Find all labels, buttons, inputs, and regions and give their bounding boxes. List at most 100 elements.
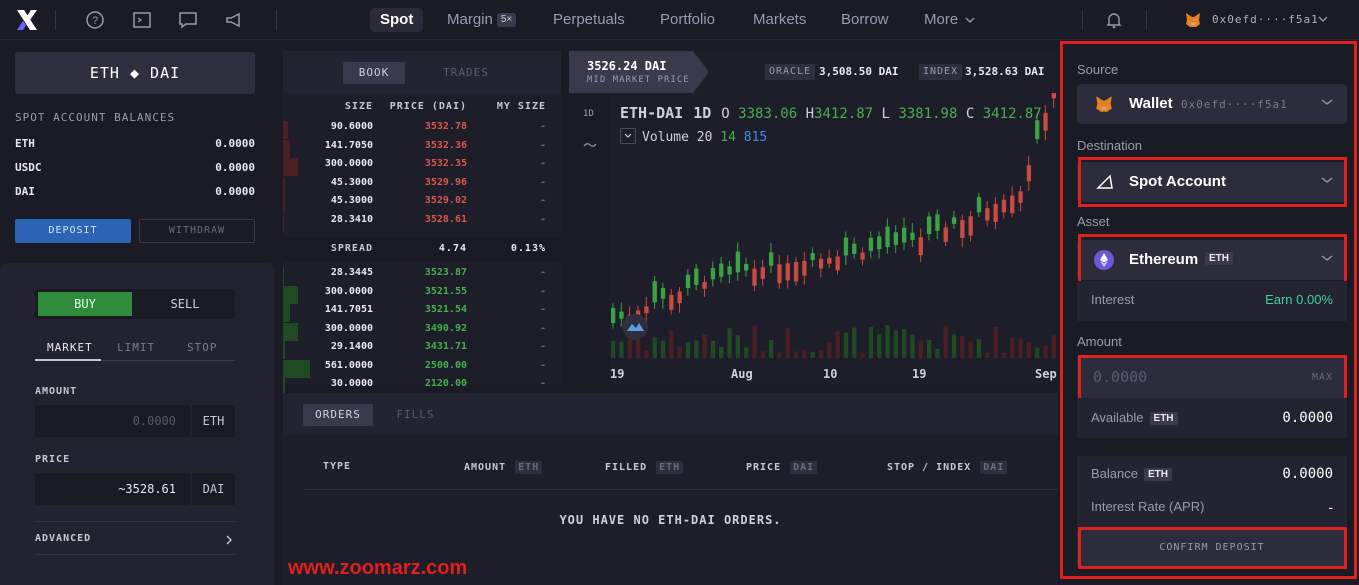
candle-body [993, 203, 998, 222]
bid-row[interactable]: 141.7051 3521.54 - [283, 304, 561, 322]
chart-interval: 1D [693, 104, 712, 122]
volume-bar [619, 341, 624, 358]
tab-more[interactable]: More [916, 8, 983, 32]
tab-perpetuals[interactable]: Perpetuals [545, 8, 633, 32]
bid-row[interactable]: 28.3445 3523.87 - [283, 267, 561, 285]
ask-row[interactable]: 28.3410 3528.61 - [283, 213, 561, 232]
wallet-address[interactable]: 0x0efd····f5a1 [1212, 13, 1319, 26]
candle-body [1035, 120, 1040, 140]
price-header: PRICE (DAI) [389, 101, 467, 112]
tab-markets[interactable]: Markets [745, 8, 814, 32]
order-size: 561.0000 [324, 359, 373, 371]
ask-row[interactable]: 300.0000 3532.35 - [283, 158, 561, 176]
candle-body [760, 267, 765, 279]
metamask-fox-icon[interactable] [1184, 11, 1202, 29]
volume-bar [660, 340, 666, 358]
chevron-down-icon [624, 133, 632, 138]
x-tick-label: 19 [912, 367, 927, 381]
market-selector[interactable]: ETH ◆ DAI [15, 52, 255, 94]
tab-market[interactable]: MARKET [47, 341, 93, 354]
advanced-toggle[interactable]: ADVANCED [35, 521, 235, 555]
my-size: - [539, 213, 546, 225]
bell-icon[interactable] [1104, 10, 1124, 30]
collapse-legend-toggle[interactable] [620, 128, 636, 144]
ohlc-legend: ETH-DAI 1D O 3383.06 H3412.87 L 3381.98 C … [620, 104, 1042, 122]
volume-bar [985, 353, 990, 358]
order-size: 28.3445 [330, 267, 373, 278]
interest-label: Interest [1091, 292, 1135, 307]
tab-borrow[interactable]: Borrow [833, 8, 897, 32]
candle-body [951, 217, 957, 224]
candle-body [1001, 199, 1007, 213]
order-size: 141.7051 [324, 304, 373, 315]
candle-body [744, 264, 749, 271]
mid-market-price: 3526.24 DAI MID MARKET PRICE [569, 51, 709, 93]
order-type-tabs: MARKET LIMIT STOP [35, 341, 235, 361]
volume-bar [1051, 335, 1056, 358]
ask-row[interactable]: 45.3000 3529.96 - [283, 176, 561, 195]
bid-row[interactable]: 29.1400 3431.71 - [283, 341, 561, 359]
balances-title: SPOT ACCOUNT BALANCES [15, 111, 176, 124]
x-tick-label: 19 [610, 367, 625, 381]
balance-summary: Balance ETH 0.0000 Interest Rate (APR) - [1077, 456, 1347, 528]
volume-bar [976, 339, 982, 358]
tab-book[interactable]: BOOK [343, 62, 405, 84]
dydx-logo-icon[interactable] [14, 8, 40, 32]
line-chart-icon[interactable] [583, 141, 597, 149]
oracle-value: 3,508.50 DAI [819, 65, 899, 78]
tab-orders[interactable]: ORDERS [303, 404, 373, 426]
bid-row[interactable]: 300.0000 3490.92 - [283, 322, 561, 341]
ask-row[interactable]: 90.6000 3532.78 - [283, 121, 561, 139]
top-nav: ? Spot Margin 5× Perpetuals Portfolio Mar… [0, 0, 1359, 40]
column-stop-index: STOP / INDEX DAI [887, 461, 1008, 474]
metamask-fox-icon [1096, 96, 1112, 112]
volume-value-a: 14 [720, 130, 736, 145]
volume-bar [968, 341, 973, 358]
deposit-button[interactable]: DEPOSIT [15, 219, 131, 243]
candle-body [827, 257, 832, 264]
nav-divider [55, 10, 56, 30]
volume-bar [885, 324, 890, 358]
amount-input[interactable]: 0.0000 [35, 405, 190, 437]
megaphone-icon[interactable] [224, 10, 244, 30]
candle-body [1018, 191, 1023, 203]
spread-value: 4.74 [438, 243, 467, 254]
tab-margin[interactable]: Margin 5× [439, 8, 524, 32]
leverage-badge: 5× [496, 13, 517, 27]
my-size: - [539, 195, 546, 206]
candle-body [885, 226, 890, 248]
bid-row[interactable]: 300.0000 3521.55 - [283, 285, 561, 304]
terminal-icon[interactable] [132, 10, 152, 30]
interest-value: Earn 0.00% [1265, 292, 1333, 307]
volume-bar [1043, 345, 1048, 358]
source-select[interactable]: Wallet 0x0efd····f5a1 [1077, 84, 1347, 124]
candle-body [694, 268, 699, 285]
withdraw-button[interactable]: WITHDRAW [139, 219, 255, 243]
volume-bar [785, 327, 790, 358]
tab-fills[interactable]: FILLS [383, 404, 448, 426]
tab-limit[interactable]: LIMIT [117, 341, 155, 354]
interval-button[interactable]: 1D [583, 109, 594, 119]
tab-trades[interactable]: TRADES [435, 62, 497, 84]
chat-icon[interactable] [178, 10, 198, 30]
help-icon[interactable]: ? [85, 10, 105, 30]
balance-row: USDC 0.0000 [15, 161, 255, 174]
source-address: 0x0efd····f5a1 [1181, 98, 1288, 111]
candle-body [1043, 113, 1048, 131]
tab-portfolio[interactable]: Portfolio [652, 8, 723, 32]
price-input[interactable]: ~3528.61 [35, 473, 190, 505]
nav-divider [1146, 10, 1147, 30]
candle-body [985, 208, 990, 221]
sell-button[interactable]: SELL [138, 292, 232, 316]
volume-bar [652, 337, 657, 358]
tab-spot[interactable]: Spot [370, 8, 424, 32]
volume-bar [910, 334, 915, 358]
bid-row[interactable]: 561.0000 2500.00 - [283, 359, 561, 378]
tab-stop[interactable]: STOP [187, 341, 218, 354]
buy-button[interactable]: BUY [38, 292, 132, 316]
ask-row[interactable]: 141.7050 3532.36 - [283, 139, 561, 158]
chevron-down-icon[interactable] [1318, 15, 1328, 23]
active-tab-indicator [35, 359, 101, 361]
volume-bar [1018, 339, 1023, 358]
ask-row[interactable]: 45.3000 3529.02 - [283, 195, 561, 213]
